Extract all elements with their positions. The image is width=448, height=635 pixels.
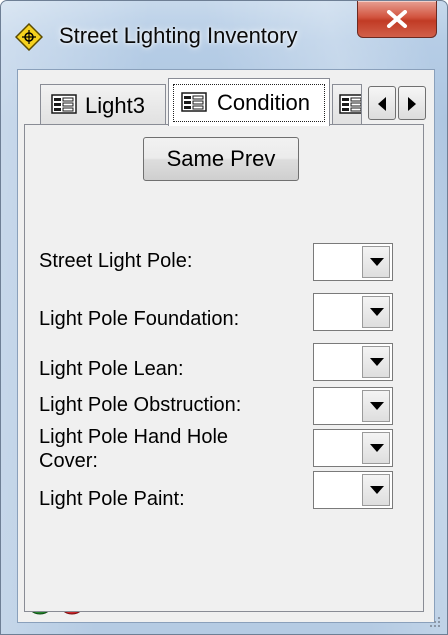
triangle-left-icon <box>378 97 386 111</box>
chevron-down-icon <box>370 358 384 366</box>
dropdown-button[interactable] <box>362 296 390 328</box>
triangle-right-icon <box>408 97 416 111</box>
tab-hidden-next[interactable] <box>332 84 362 124</box>
dropdown-button[interactable] <box>362 474 390 506</box>
light-pole-lean-label: Light Pole Lean: <box>39 358 184 380</box>
light-pole-hand-hole-cover-label: Light Pole Hand Hole Cover: <box>39 426 229 472</box>
condition-panel: Same Prev Street Light Pole: Light Pole … <box>24 124 424 612</box>
dropdown-button[interactable] <box>362 246 390 278</box>
tab-label: Condition <box>217 90 310 115</box>
window-title: Street Lighting Inventory <box>59 23 298 48</box>
resize-grip-icon[interactable] <box>427 614 441 628</box>
tab-label: Light3 <box>85 93 145 118</box>
form-icon <box>339 94 361 114</box>
street-light-pole-label: Street Light Pole: <box>39 250 193 272</box>
dropdown-button[interactable] <box>362 346 390 378</box>
chevron-down-icon <box>370 486 384 494</box>
light-pole-foundation-select[interactable] <box>313 293 393 331</box>
close-icon <box>387 10 407 28</box>
tab-scroll-left-button[interactable] <box>368 86 396 120</box>
app-window: Street Lighting Inventory Light3 Conditi… <box>0 0 448 635</box>
light-pole-foundation-label: Light Pole Foundation: <box>39 308 240 330</box>
chevron-down-icon <box>370 258 384 266</box>
form-icon <box>181 92 207 112</box>
chevron-down-icon <box>370 308 384 316</box>
form-icon <box>51 94 77 114</box>
street-light-pole-select[interactable] <box>313 243 393 281</box>
dropdown-button[interactable] <box>362 390 390 422</box>
titlebar[interactable]: Street Lighting Inventory <box>1 1 447 69</box>
tab-condition[interactable]: Condition <box>168 78 330 126</box>
light-pole-obstruction-label: Light Pole Obstruction: <box>39 394 242 416</box>
light-pole-hand-hole-cover-select[interactable] <box>313 429 393 467</box>
client-area: Light3 Condition Same Prev Street Light … <box>17 69 435 623</box>
dropdown-button[interactable] <box>362 432 390 464</box>
tab-light3[interactable]: Light3 <box>40 84 166 124</box>
light-pole-obstruction-select[interactable] <box>313 387 393 425</box>
light-pole-paint-select[interactable] <box>313 471 393 509</box>
tab-scroll-right-button[interactable] <box>398 86 426 120</box>
tab-scroll-buttons <box>368 86 426 120</box>
chevron-down-icon <box>370 444 384 452</box>
light-pole-paint-label: Light Pole Paint: <box>39 488 185 510</box>
same-prev-button[interactable]: Same Prev <box>143 137 299 181</box>
diamond-crosshair-icon <box>15 23 43 51</box>
close-button[interactable] <box>357 1 437 38</box>
light-pole-lean-select[interactable] <box>313 343 393 381</box>
chevron-down-icon <box>370 402 384 410</box>
